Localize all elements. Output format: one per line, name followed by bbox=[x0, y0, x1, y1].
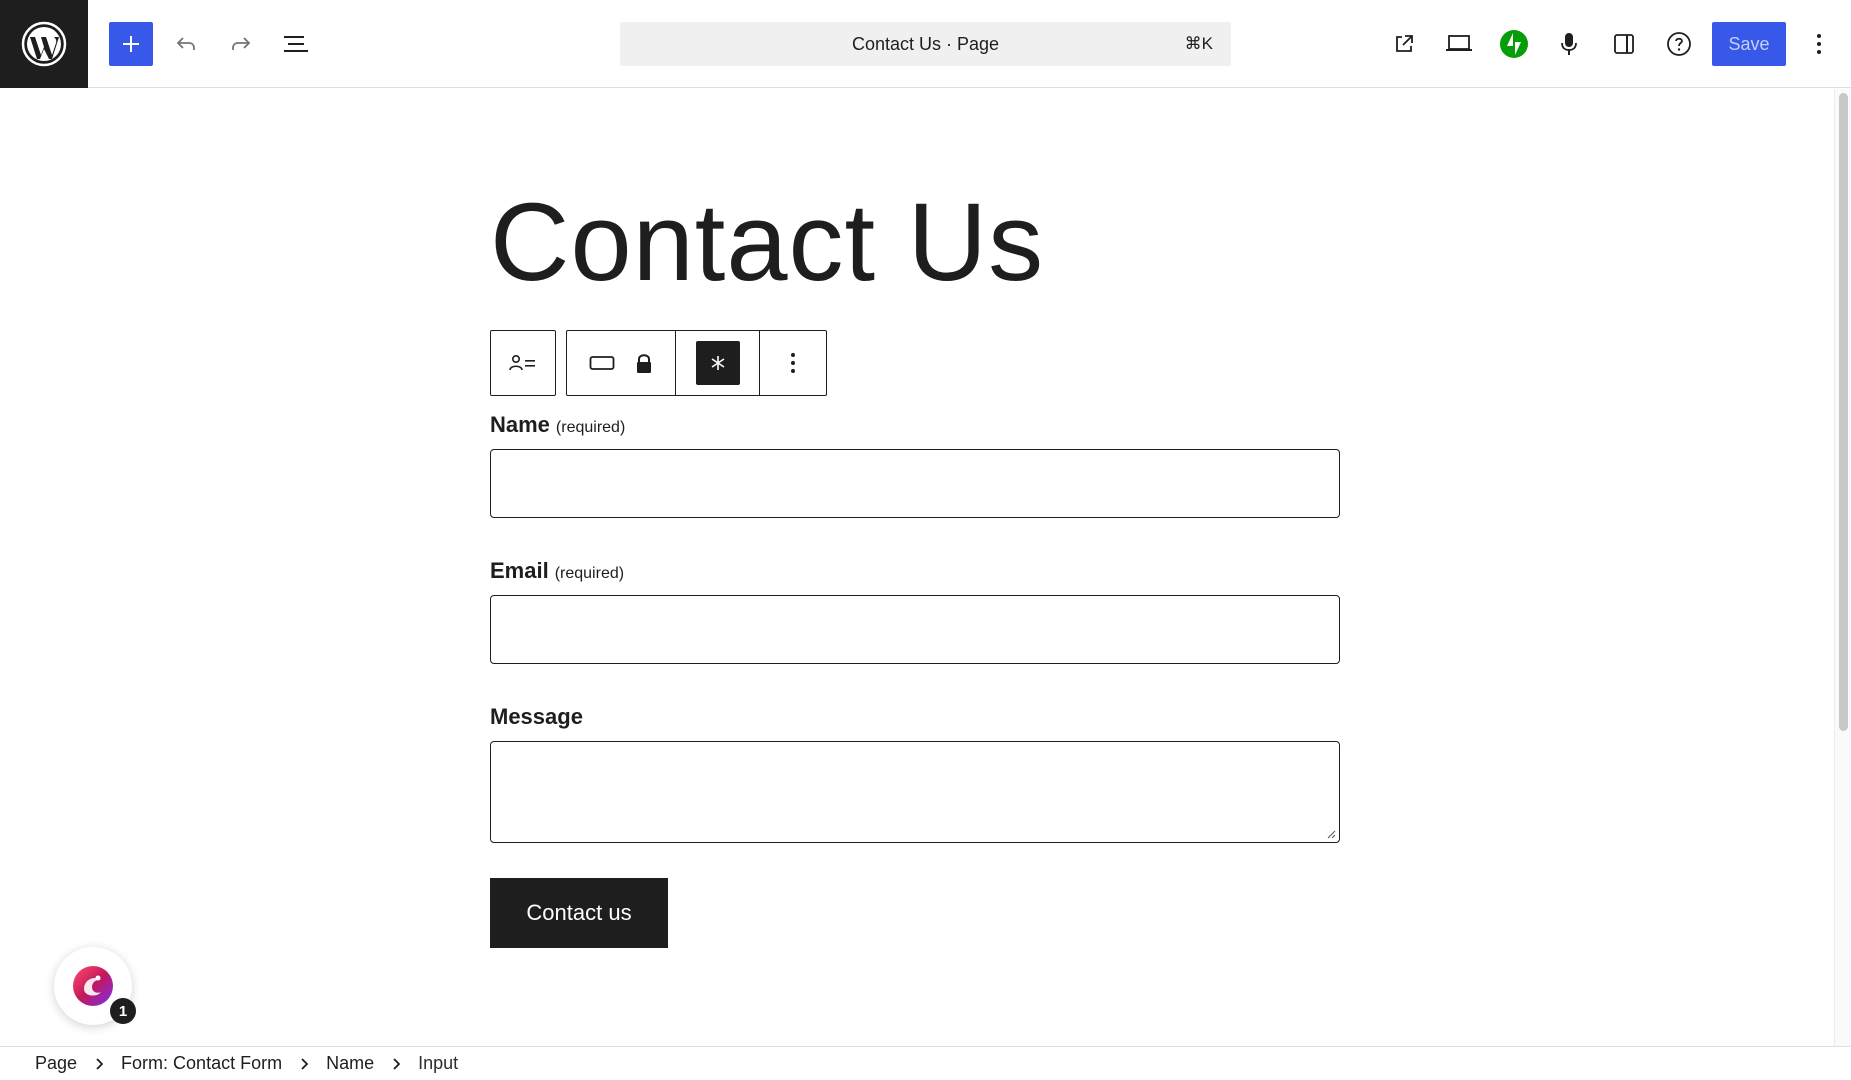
command-palette-bar[interactable]: Contact Us · Page ⌘K bbox=[620, 22, 1231, 66]
message-label-text: Message bbox=[490, 704, 583, 729]
chevron-right-icon bbox=[392, 1057, 401, 1070]
email-input[interactable] bbox=[490, 595, 1340, 664]
block-toolbar bbox=[490, 330, 837, 396]
name-input[interactable] bbox=[490, 449, 1340, 518]
device-preview-button[interactable] bbox=[1437, 22, 1481, 66]
list-view-button[interactable] bbox=[274, 22, 318, 66]
resize-grip-icon[interactable] bbox=[1326, 829, 1336, 839]
block-inserter-button[interactable] bbox=[109, 22, 153, 66]
block-breadcrumb: Page Form: Contact Form Name Input bbox=[0, 1046, 1851, 1080]
name-field-label[interactable]: Name (required) bbox=[490, 412, 625, 438]
editor-canvas: Contact Us Name (required) Email (requir… bbox=[0, 89, 1834, 1046]
page-title[interactable]: Contact Us bbox=[490, 177, 1044, 309]
sidebar-icon bbox=[1614, 34, 1634, 54]
breadcrumb-form[interactable]: Form: Contact Form bbox=[121, 1053, 282, 1074]
help-icon bbox=[1667, 32, 1691, 56]
email-label-text: Email bbox=[490, 558, 549, 583]
scrollbar-thumb[interactable] bbox=[1839, 93, 1848, 731]
settings-sidebar-button[interactable] bbox=[1602, 22, 1646, 66]
message-field-label[interactable]: Message bbox=[490, 704, 583, 730]
command-shortcut: ⌘K bbox=[1184, 34, 1213, 53]
email-field-label[interactable]: Email (required) bbox=[490, 558, 624, 584]
required-toggle-button[interactable] bbox=[676, 331, 759, 395]
list-view-icon bbox=[284, 36, 308, 52]
breadcrumb-input: Input bbox=[418, 1053, 459, 1073]
block-controls-group bbox=[566, 330, 827, 396]
wordpress-logo-icon[interactable] bbox=[0, 0, 88, 88]
external-link-icon bbox=[1396, 35, 1413, 52]
chevron-right-icon bbox=[95, 1057, 104, 1070]
input-field-icon bbox=[589, 356, 615, 370]
more-vertical-icon bbox=[791, 353, 795, 373]
lock-icon bbox=[637, 354, 651, 373]
jetpack-icon bbox=[1500, 30, 1528, 58]
assistant-notification-badge: 1 bbox=[110, 998, 136, 1024]
help-button[interactable] bbox=[1657, 22, 1701, 66]
view-page-button[interactable] bbox=[1382, 22, 1426, 66]
block-parent-group bbox=[490, 330, 556, 396]
message-textarea[interactable] bbox=[490, 741, 1340, 843]
contact-submit-button[interactable]: Contact us bbox=[490, 878, 668, 948]
plus-icon bbox=[123, 36, 139, 52]
required-asterisk-icon bbox=[711, 356, 724, 370]
name-label-text: Name bbox=[490, 412, 550, 437]
email-required-text: (required) bbox=[554, 565, 625, 582]
required-toggle-active bbox=[695, 341, 740, 385]
select-parent-button[interactable] bbox=[491, 331, 555, 395]
breadcrumb-page[interactable]: Page bbox=[35, 1053, 77, 1074]
more-vertical-icon bbox=[1817, 34, 1821, 54]
undo-icon bbox=[176, 37, 195, 50]
editor-header: Contact Us · Page ⌘K Save bbox=[0, 0, 1851, 88]
block-type-button[interactable] bbox=[567, 331, 675, 395]
redo-button[interactable] bbox=[219, 22, 263, 66]
voice-input-button[interactable] bbox=[1547, 22, 1591, 66]
chevron-right-icon bbox=[300, 1057, 309, 1070]
document-title: Contact Us · Page bbox=[851, 33, 1000, 54]
name-required-text: (required) bbox=[555, 419, 626, 436]
redo-icon bbox=[232, 37, 251, 50]
options-menu-button[interactable] bbox=[1797, 22, 1841, 66]
microphone-icon bbox=[1561, 33, 1577, 55]
undo-button[interactable] bbox=[164, 22, 208, 66]
contact-info-icon bbox=[509, 354, 535, 371]
breadcrumb-name[interactable]: Name bbox=[326, 1053, 374, 1074]
assistant-logo-icon bbox=[73, 966, 113, 1006]
save-button[interactable]: Save bbox=[1712, 22, 1786, 66]
canvas-scrollbar[interactable] bbox=[1834, 89, 1851, 1046]
jetpack-button[interactable] bbox=[1492, 22, 1536, 66]
block-options-button[interactable] bbox=[760, 331, 826, 395]
block-editor: Contact Us · Page ⌘K Save Contact Us Nam… bbox=[0, 0, 1851, 1080]
desktop-device-icon bbox=[1446, 35, 1472, 51]
